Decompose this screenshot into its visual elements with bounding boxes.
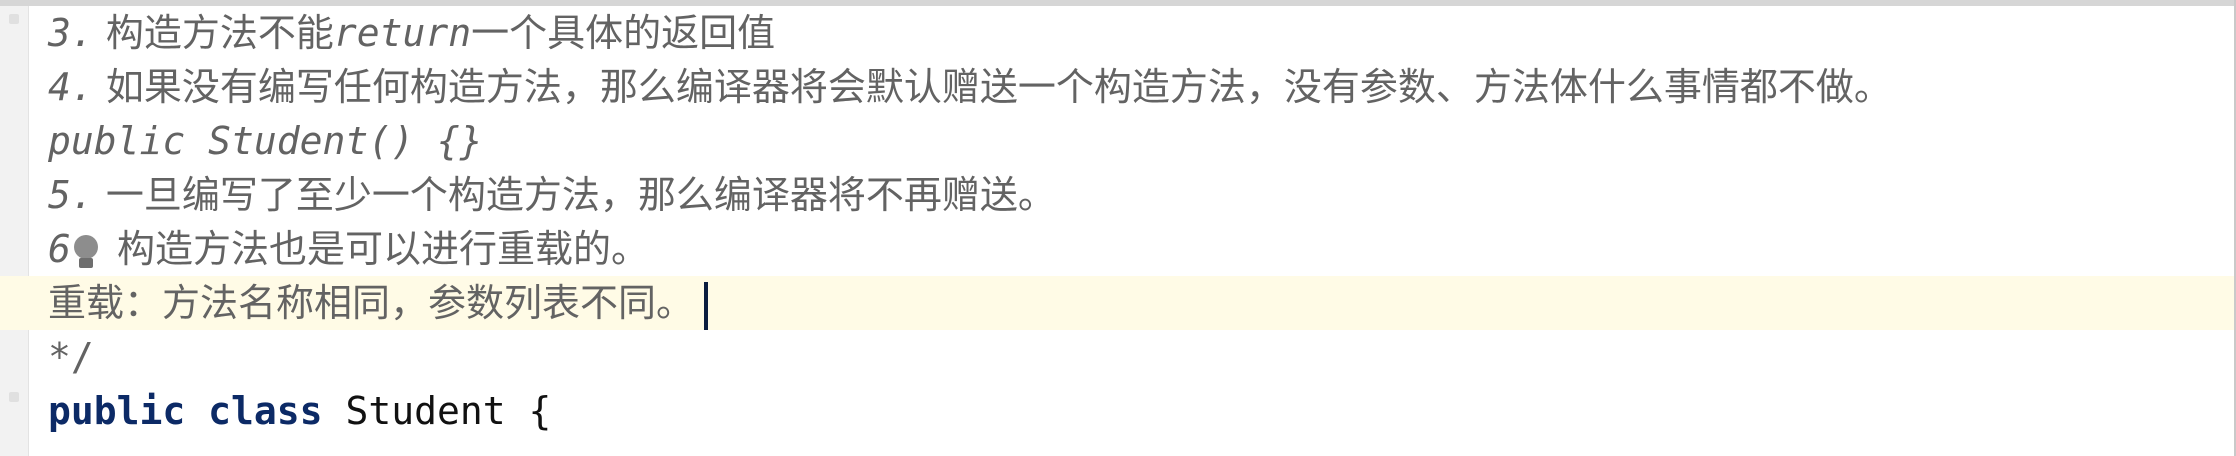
comment-code-example: public Student() {} [48, 119, 483, 163]
comment-segment: 构造方法也是可以进行重载的。 [104, 227, 649, 271]
code-line-current[interactable]: 重载：方法名称相同，参数列表不同。 [0, 276, 2234, 330]
code-line-constructor-example[interactable]: public Student() {} [0, 114, 2234, 168]
comment-segment: 一个具体的返回值 [471, 11, 776, 55]
code-line-class-declaration[interactable]: public class Student { [0, 384, 2234, 438]
comment-text: 5. 一旦编写了至少一个构造方法，那么编译器将不再赠送。 [48, 168, 1056, 222]
code-line-4[interactable]: 4. 如果没有编写任何构造方法，那么编译器将会默认赠送一个构造方法，没有参数、方… [0, 60, 2234, 114]
code-line-5[interactable]: 5. 一旦编写了至少一个构造方法，那么编译器将不再赠送。 [0, 168, 2234, 222]
code-editor[interactable]: 3. 构造方法不能return一个具体的返回值 4. 如果没有编写任何构造方法，… [0, 0, 2236, 456]
comment-segment: 重载：方法名称相同，参数列表不同。 [48, 281, 695, 325]
lightbulb-icon[interactable] [73, 232, 99, 272]
comment-segment: 一旦编写了至少一个构造方法，那么编译器将不再赠送。 [93, 173, 1056, 217]
text-caret [704, 281, 709, 330]
comment-text: 6 构造方法也是可以进行重载的。 [48, 222, 649, 276]
list-number: 3. [48, 11, 94, 55]
comment-segment: 构造方法不能 [93, 11, 334, 55]
code-line-comment-end[interactable]: */ [0, 330, 2234, 384]
class-declaration: public class Student { [48, 384, 551, 438]
list-number: 5. [48, 173, 94, 217]
comment-text: 3. 构造方法不能return一个具体的返回值 [48, 6, 775, 60]
comment-segment: 如果没有编写任何构造方法，那么编译器将会默认赠送一个构造方法，没有参数、方法体什… [93, 65, 1892, 109]
code-line-6[interactable]: 6 构造方法也是可以进行重载的。 [0, 222, 2234, 276]
class-name: Student [345, 389, 506, 433]
comment-close: */ [48, 335, 94, 379]
comment-text: 4. 如果没有编写任何构造方法，那么编译器将会默认赠送一个构造方法，没有参数、方… [48, 60, 1892, 114]
code-line-3[interactable]: 3. 构造方法不能return一个具体的返回值 [0, 6, 2234, 60]
list-number: 4. [48, 65, 94, 109]
code-area[interactable]: 3. 构造方法不能return一个具体的返回值 4. 如果没有编写任何构造方法，… [0, 6, 2234, 456]
keyword-public: public [48, 389, 186, 433]
comment-text: 重载：方法名称相同，参数列表不同。 [48, 276, 709, 330]
keyword-class: class [208, 389, 323, 433]
open-brace: { [528, 389, 552, 433]
comment-keyword: return [333, 11, 472, 55]
list-number: 6 [48, 227, 71, 271]
